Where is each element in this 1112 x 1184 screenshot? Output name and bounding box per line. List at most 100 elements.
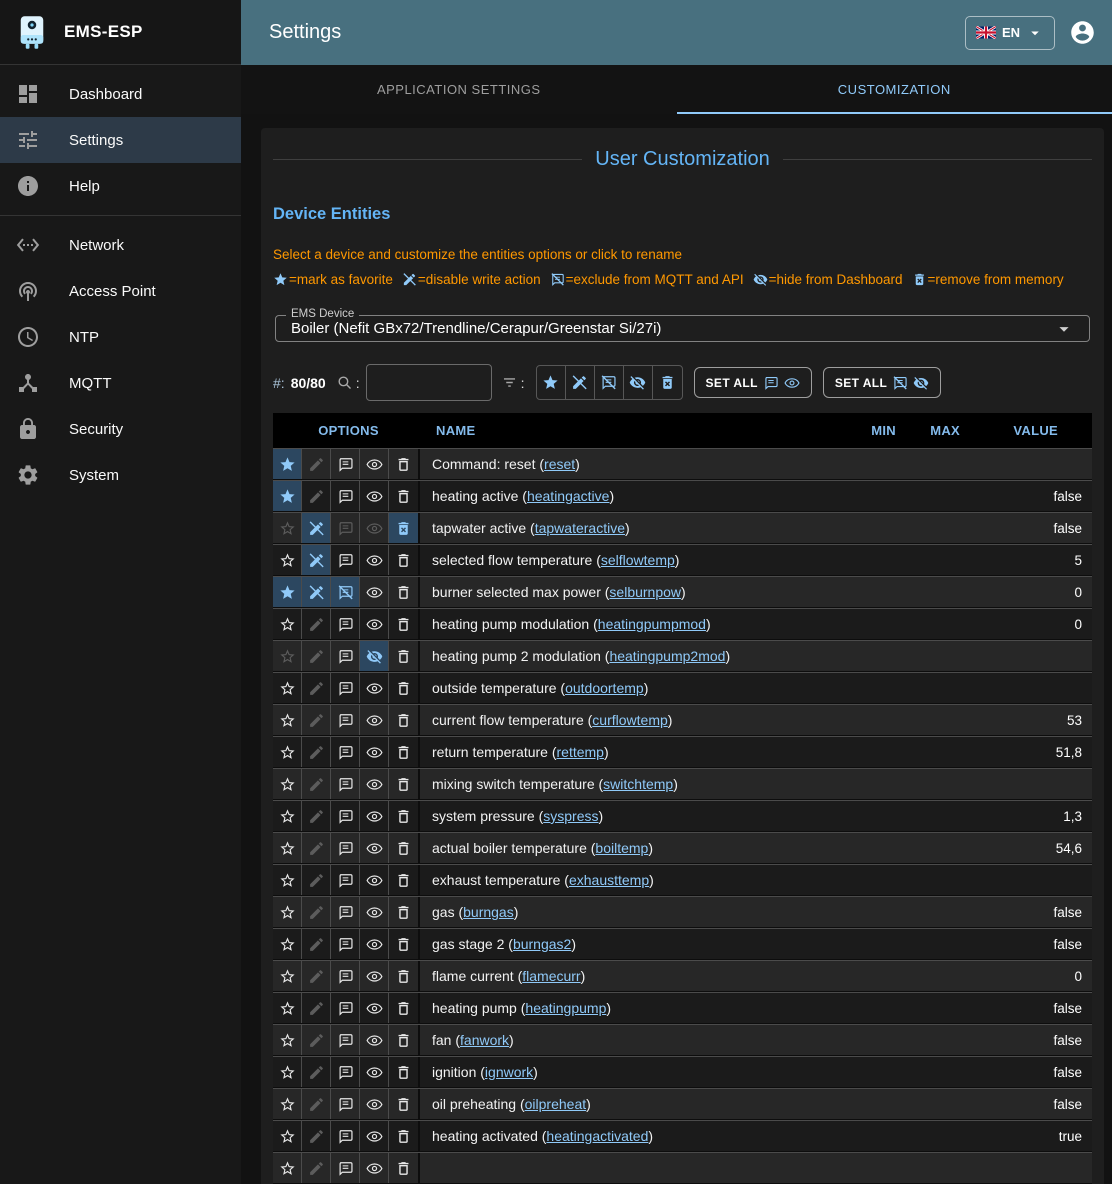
star-outline-toggle[interactable] [273,641,302,671]
star-outline-toggle[interactable] [273,769,302,799]
entity-name[interactable]: heating activated (heatingactivated) [420,1121,846,1151]
entity-id-link[interactable]: flamecurr [522,968,580,984]
delete-toggle[interactable] [389,641,418,671]
pencil-toggle[interactable] [302,705,331,735]
pencil-toggle[interactable] [302,1025,331,1055]
star-filled-toggle[interactable] [273,481,302,511]
comment-toggle[interactable] [331,1153,360,1183]
comment-off-toggle[interactable] [331,577,360,607]
delete-toggle[interactable] [389,1089,418,1119]
star-outline-toggle[interactable] [273,1153,302,1183]
comment-toggle[interactable] [331,449,360,479]
eye-toggle[interactable] [360,481,389,511]
entity-id-link[interactable]: heatingpump2mod [609,648,725,664]
entity-name[interactable] [420,1153,846,1183]
comment-toggle[interactable] [331,481,360,511]
entity-search-input[interactable] [366,364,492,401]
comment-toggle[interactable] [331,929,360,959]
pencil-toggle[interactable] [302,641,331,671]
pencil-off-toggle[interactable] [302,577,331,607]
eye-toggle[interactable] [360,449,389,479]
pencil-toggle[interactable] [302,865,331,895]
delete-toggle[interactable] [389,673,418,703]
comment-toggle[interactable] [331,1057,360,1087]
pencil-toggle[interactable] [302,1057,331,1087]
entity-name[interactable]: flame current (flamecurr) [420,961,846,991]
entity-name[interactable]: outside temperature (outdoortemp) [420,673,846,703]
eye-toggle[interactable] [360,1025,389,1055]
entity-id-link[interactable]: curflowtemp [592,712,667,728]
delete-toggle[interactable] [389,705,418,735]
delete-toggle[interactable] [389,545,418,575]
delete-toggle[interactable] [389,961,418,991]
delete-toggle[interactable] [389,769,418,799]
star-outline-toggle[interactable] [273,609,302,639]
comment-toggle[interactable] [331,961,360,991]
entity-name[interactable]: fan (fanwork) [420,1025,846,1055]
entity-name[interactable]: tapwater active (tapwateractive) [420,513,846,543]
delete-toggle[interactable] [389,801,418,831]
entity-name[interactable]: return temperature (rettemp) [420,737,846,767]
tab-customization[interactable]: CUSTOMIZATION [677,65,1112,114]
entity-id-link[interactable]: heatingpumpmod [598,616,706,632]
entity-name[interactable]: burner selected max power (selburnpow) [420,577,846,607]
eye-toggle[interactable] [360,993,389,1023]
eye-off-toggle[interactable] [360,641,389,671]
comment-toggle[interactable] [331,737,360,767]
comment-toggle[interactable] [331,545,360,575]
entity-name[interactable]: gas (burngas) [420,897,846,927]
entity-name[interactable]: mixing switch temperature (switchtemp) [420,769,846,799]
set-all-visible-button[interactable]: SET ALL [694,367,812,398]
star-outline-toggle[interactable] [273,801,302,831]
entity-id-link[interactable]: reset [544,456,575,472]
pencil-toggle[interactable] [302,961,331,991]
sidebar-item-help[interactable]: Help [0,163,241,209]
eye-toggle[interactable] [360,1057,389,1087]
entity-name[interactable]: gas stage 2 (burngas2) [420,929,846,959]
eye-toggle[interactable] [360,961,389,991]
sidebar-item-mqtt[interactable]: MQTT [0,360,241,406]
comment-toggle[interactable] [331,513,360,543]
star-filled-toggle[interactable] [273,449,302,479]
delete-toggle[interactable] [389,833,418,863]
eye-toggle[interactable] [360,1121,389,1151]
eye-toggle[interactable] [360,801,389,831]
entity-name[interactable]: actual boiler temperature (boiltemp) [420,833,846,863]
pencil-toggle[interactable] [302,481,331,511]
account-icon[interactable] [1069,19,1096,46]
star-outline-toggle[interactable] [273,673,302,703]
delete-toggle[interactable] [389,1121,418,1151]
entity-name[interactable]: system pressure (syspress) [420,801,846,831]
comment-toggle[interactable] [331,1025,360,1055]
entity-id-link[interactable]: burngas2 [513,936,571,952]
comment-toggle[interactable] [331,1121,360,1151]
pencil-toggle[interactable] [302,897,331,927]
pencil-toggle[interactable] [302,1089,331,1119]
entity-id-link[interactable]: outdoortemp [565,680,644,696]
pencil-toggle[interactable] [302,833,331,863]
star-outline-toggle[interactable] [273,545,302,575]
delete-toggle[interactable] [389,929,418,959]
delete-toggle[interactable] [389,449,418,479]
pencil-off-toggle[interactable] [302,545,331,575]
delete-toggle[interactable] [389,865,418,895]
eye-toggle[interactable] [360,673,389,703]
entity-id-link[interactable]: syspress [543,808,598,824]
pencil-toggle[interactable] [302,449,331,479]
star-outline-toggle[interactable] [273,993,302,1023]
comment-toggle[interactable] [331,865,360,895]
filter-hidden-toggle[interactable] [624,366,653,399]
comment-toggle[interactable] [331,609,360,639]
comment-toggle[interactable] [331,801,360,831]
delete-toggle[interactable] [389,1057,418,1087]
delete-toggle[interactable] [389,481,418,511]
eye-toggle[interactable] [360,1153,389,1183]
eye-toggle[interactable] [360,545,389,575]
sidebar-item-access-point[interactable]: Access Point [0,268,241,314]
eye-toggle[interactable] [360,929,389,959]
entity-id-link[interactable]: burngas [463,904,514,920]
eye-toggle[interactable] [360,577,389,607]
delete-toggle[interactable] [389,577,418,607]
entity-id-link[interactable]: exhausttemp [569,872,649,888]
pencil-toggle[interactable] [302,993,331,1023]
